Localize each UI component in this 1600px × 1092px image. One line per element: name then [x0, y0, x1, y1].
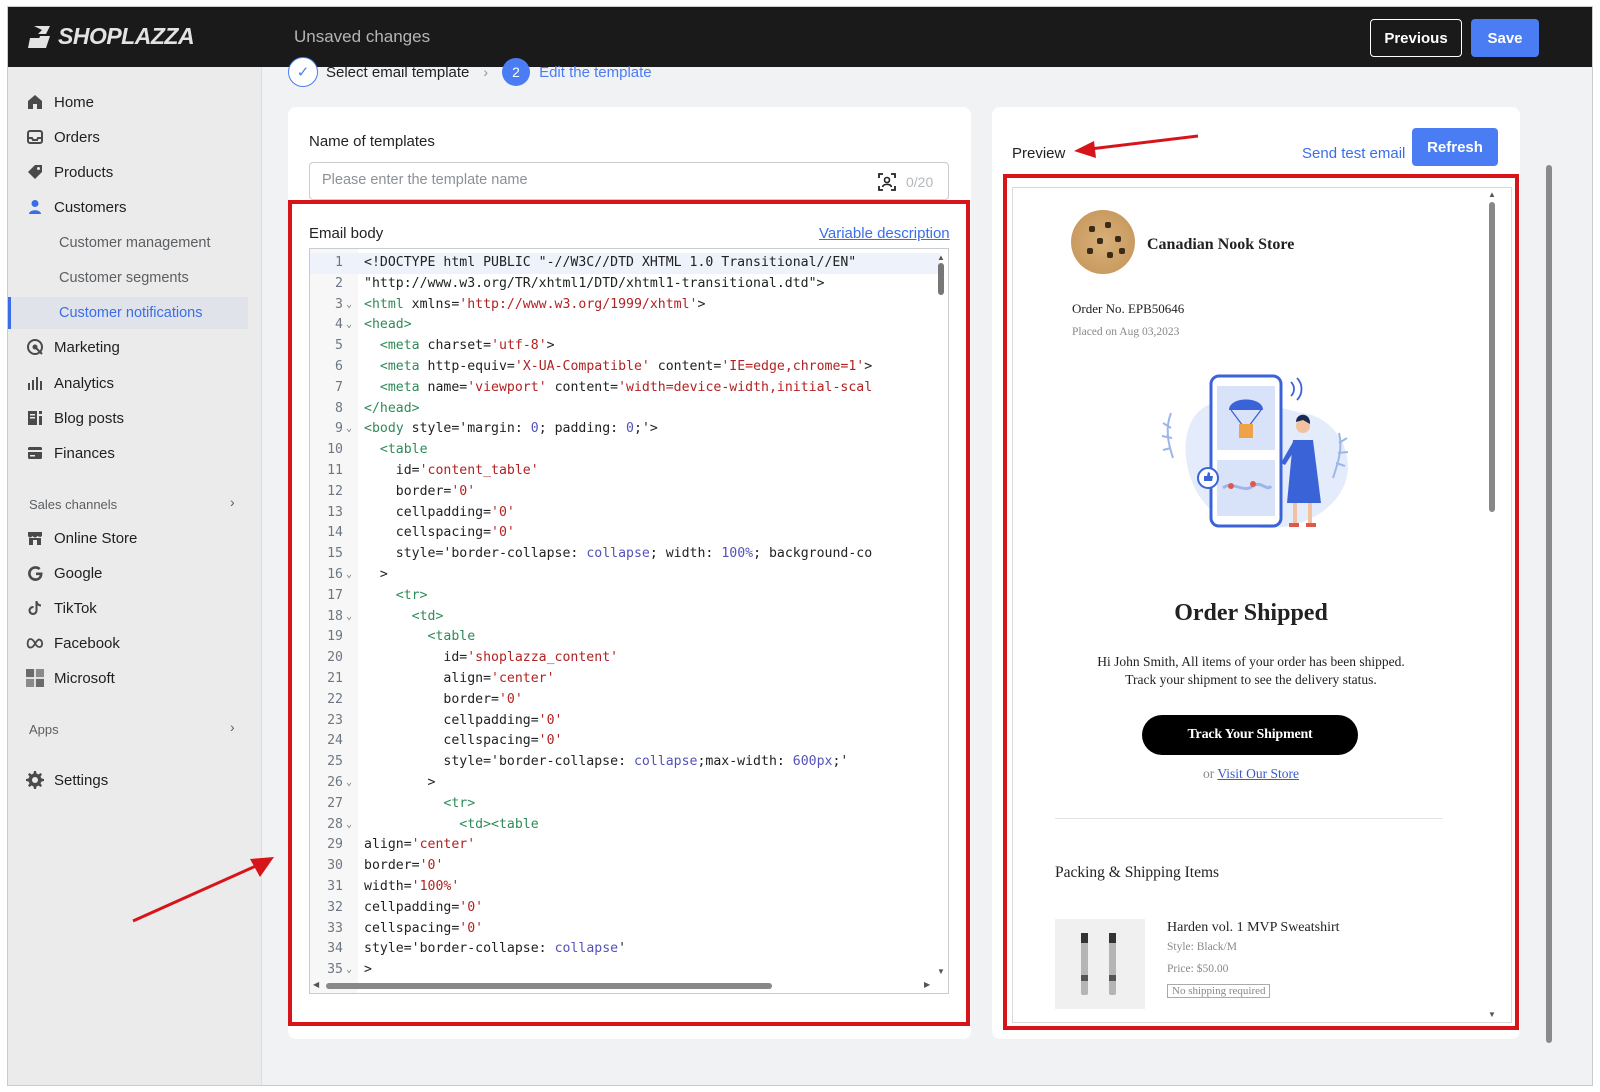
sidebar-item-blog-posts[interactable]: Blog posts	[8, 402, 262, 434]
bar-chart-icon	[26, 374, 44, 392]
sidebar-item-label: Customers	[54, 198, 127, 216]
sidebar-item-marketing[interactable]: Marketing	[8, 331, 262, 363]
microsoft-icon	[26, 669, 44, 687]
home-icon	[26, 93, 44, 111]
sidebar-item-label: Products	[54, 163, 114, 181]
marketing-icon	[26, 338, 44, 356]
save-button[interactable]: Save	[1471, 19, 1539, 57]
template-name-input[interactable]	[322, 172, 862, 188]
sidebar-item-label: Analytics	[54, 374, 115, 392]
previous-button[interactable]: Previous	[1370, 19, 1462, 57]
logo-text: SHOPLAZZA	[58, 23, 195, 49]
sidebar-item-label: Marketing	[54, 338, 120, 356]
blog-icon	[26, 409, 44, 427]
sidebar-item-label: Finances	[54, 444, 115, 462]
page-scrollbar[interactable]	[1546, 165, 1552, 1043]
sidebar-item-label: Online Store	[54, 529, 138, 547]
apps-heading: Apps	[29, 722, 59, 737]
tiktok-icon	[26, 599, 44, 617]
preview-title: Preview	[1012, 145, 1066, 162]
chevron-right-icon: ›	[483, 64, 489, 80]
step-2-number: 2	[502, 58, 531, 86]
sidebar-subitem-label: Customer segments	[59, 270, 189, 286]
sidebar-item-label: Facebook	[54, 634, 120, 652]
sidebar-item-label: TikTok	[54, 599, 97, 617]
sidebar-item-tiktok[interactable]: TikTok	[8, 592, 262, 624]
sidebar-subitem-customer-notifications[interactable]: Customer notifications	[8, 297, 248, 329]
sidebar-item-label: Orders	[54, 128, 100, 146]
top-bar: SHOPLAZZA Unsaved changes Previous Save	[8, 7, 1592, 67]
logo-mark-icon	[28, 25, 50, 48]
preview-highlight-box	[1003, 174, 1519, 1030]
step-1-label[interactable]: Select email template	[326, 64, 469, 81]
tag-icon	[26, 163, 44, 181]
chevron-right-icon[interactable]: ›	[230, 719, 235, 735]
character-counter: 0/20	[906, 174, 934, 190]
sidebar-item-customers[interactable]: Customers	[8, 191, 262, 223]
active-indicator	[8, 297, 11, 329]
chevron-right-icon[interactable]: ›	[230, 494, 235, 510]
sidebar: Home Orders Products Customers Customer …	[8, 67, 262, 1085]
sidebar-item-analytics[interactable]: Analytics	[8, 367, 262, 399]
annotation-arrow-icon	[1074, 134, 1199, 158]
sidebar-subitem-customer-management[interactable]: Customer management	[8, 227, 262, 259]
sidebar-subitem-label: Customer notifications	[59, 305, 203, 321]
sidebar-item-microsoft[interactable]: Microsoft	[8, 662, 262, 694]
sidebar-item-orders[interactable]: Orders	[8, 121, 262, 153]
sidebar-item-label: Blog posts	[54, 409, 125, 427]
sidebar-item-label: Settings	[54, 771, 109, 789]
sidebar-subitem-label: Customer management	[59, 235, 211, 251]
inbox-icon	[26, 128, 44, 146]
google-icon	[26, 564, 44, 582]
app-window: SHOPLAZZA Unsaved changes Previous Save …	[7, 6, 1593, 1086]
step-2-label: Edit the template	[539, 63, 652, 81]
shoplazza-logo[interactable]: SHOPLAZZA	[28, 23, 195, 50]
finance-icon	[26, 444, 44, 462]
gear-icon	[26, 771, 44, 789]
annotation-arrow-icon	[132, 857, 274, 923]
sidebar-item-label: Home	[54, 93, 95, 111]
sales-channels-heading: Sales channels	[29, 497, 118, 512]
check-icon: ✓	[288, 57, 318, 87]
send-test-email-link[interactable]: Send test email	[1302, 145, 1405, 162]
sidebar-item-label: Google	[54, 564, 103, 582]
sidebar-item-settings[interactable]: Settings	[8, 764, 262, 796]
sidebar-subitem-customer-segments[interactable]: Customer segments	[8, 262, 262, 294]
sidebar-item-products[interactable]: Products	[8, 156, 262, 188]
sidebar-item-label: Microsoft	[54, 669, 115, 687]
unsaved-status: Unsaved changes	[294, 27, 431, 46]
step-indicator: ✓ Select email template › 2 Edit the tem…	[288, 57, 652, 87]
sidebar-item-finances[interactable]: Finances	[8, 437, 262, 469]
email-body-highlight-box	[288, 200, 970, 1026]
sidebar-item-google[interactable]: Google	[8, 557, 262, 589]
refresh-button[interactable]: Refresh	[1412, 128, 1498, 166]
store-icon	[26, 529, 44, 547]
sidebar-item-facebook[interactable]: Facebook	[8, 627, 262, 659]
template-name-field[interactable]: 0/20	[309, 162, 949, 200]
meta-icon	[26, 634, 44, 652]
sidebar-item-online-store[interactable]: Online Store	[8, 522, 262, 554]
person-icon	[26, 198, 44, 216]
sidebar-item-home[interactable]: Home	[8, 86, 262, 118]
scan-face-icon[interactable]	[877, 172, 897, 192]
template-name-label: Name of templates	[309, 133, 435, 150]
